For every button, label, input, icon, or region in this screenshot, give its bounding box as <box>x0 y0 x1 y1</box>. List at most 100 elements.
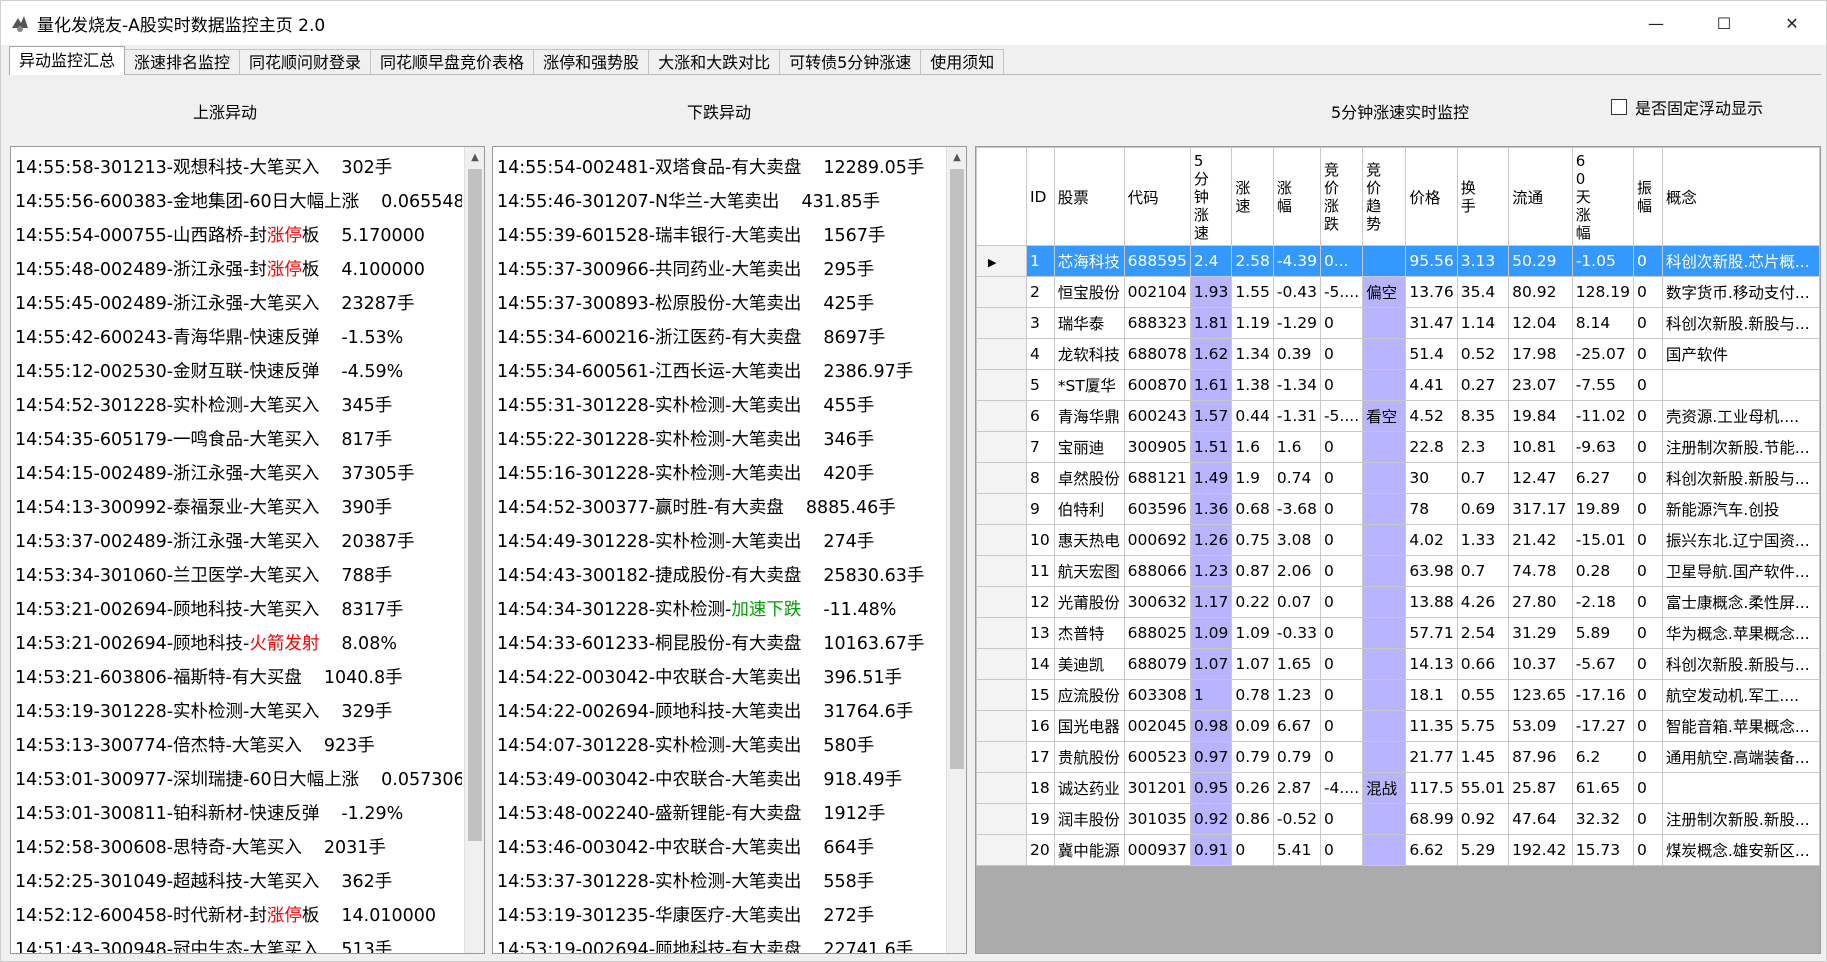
table-cell[interactable]: 混战 <box>1362 772 1407 804</box>
table-cell[interactable]: 1.19 <box>1231 307 1274 339</box>
table-cell[interactable]: 0 <box>1319 586 1364 618</box>
table-row[interactable]: 7 宝丽迪 300905 1.51 1.6 1.6 0 22.8 2.3 10.81 -9.63 0 注… <box>976 431 1820 463</box>
table-cell[interactable]: 0 <box>1319 679 1364 711</box>
list-item[interactable]: 14:53:01-300977-深圳瑞捷-60日大幅上涨 0.057306 <box>15 763 462 797</box>
table-cell[interactable]: 19.89 <box>1571 493 1634 525</box>
table-cell[interactable] <box>1362 524 1407 556</box>
table-cell[interactable]: 诚达药业 <box>1053 772 1125 804</box>
table-cell[interactable]: 1.07 <box>1231 648 1274 680</box>
table-cell[interactable]: 0.75 <box>1231 524 1274 556</box>
column-header[interactable]: 涨速 <box>1231 147 1274 246</box>
table-cell[interactable]: 1.93 <box>1189 276 1233 308</box>
table-cell[interactable]: 603308 <box>1123 679 1191 711</box>
table-cell[interactable]: 看空 <box>1362 400 1407 432</box>
table-cell[interactable]: 600870 <box>1123 369 1191 401</box>
scroll-thumb[interactable] <box>468 169 482 841</box>
table-cell[interactable]: 0 <box>1632 462 1663 494</box>
table-cell[interactable]: 1.45 <box>1456 741 1510 773</box>
list-item[interactable]: 14:53:21-603806-福斯特-有大买盘 1040.8手 <box>15 661 462 695</box>
table-cell[interactable]: 688323 <box>1123 307 1191 339</box>
table-cell[interactable]: 15.73 <box>1571 834 1634 866</box>
table-cell[interactable]: 0 <box>1319 462 1364 494</box>
list-item[interactable]: 14:53:21-002694-顾地科技-火箭发射 8.08% <box>15 627 462 661</box>
row-header[interactable] <box>976 307 1027 339</box>
row-header[interactable] <box>976 555 1027 587</box>
table-cell[interactable]: 0.22 <box>1231 586 1274 618</box>
table-row[interactable]: 19 润丰股份 301035 0.92 0.86 -0.52 0 68.99 0.92 47.64… <box>976 803 1820 835</box>
table-cell[interactable]: 0 <box>1632 803 1663 835</box>
table-row[interactable]: 8 卓然股份 688121 1.49 1.9 0.74 0 30 0.7 12.47 6.27 0 科创… <box>976 462 1820 494</box>
row-header[interactable] <box>976 710 1027 742</box>
table-cell[interactable]: 0 <box>1632 772 1663 804</box>
table-cell[interactable]: 1.14 <box>1456 307 1510 339</box>
table-cell[interactable]: 1 <box>1189 679 1233 711</box>
table-cell[interactable]: 13.88 <box>1405 586 1458 618</box>
table-cell[interactable]: 22.8 <box>1405 431 1458 463</box>
table-cell[interactable]: 47.64 <box>1508 803 1573 835</box>
scroll-up-icon[interactable]: ▲ <box>465 147 484 167</box>
table-cell[interactable]: 0.39 <box>1272 338 1321 370</box>
table-cell[interactable]: 数字货币.移动支付... <box>1661 276 1820 308</box>
table-cell[interactable]: 6.2 <box>1571 741 1634 773</box>
row-header[interactable] <box>976 741 1027 773</box>
row-header[interactable] <box>976 679 1027 711</box>
table-cell[interactable]: -7.55 <box>1571 369 1634 401</box>
table-row[interactable]: 13 杰普特 688025 1.09 1.09 -0.33 0 57.71 2.54 31.29 5… <box>976 617 1820 649</box>
table-cell[interactable]: -9.63 <box>1571 431 1634 463</box>
table-cell[interactable]: 0 <box>1632 307 1663 339</box>
table-cell[interactable]: 0.98 <box>1189 710 1233 742</box>
row-header[interactable] <box>976 493 1027 525</box>
table-cell[interactable]: 3.08 <box>1272 524 1321 556</box>
list-item[interactable]: 14:52:25-301049-超越科技-大笔买入 362手 <box>15 865 462 899</box>
list-item[interactable]: 14:54:22-003042-中农联合-大笔卖出 396.51手 <box>497 661 944 695</box>
table-cell[interactable]: 0.74 <box>1272 462 1321 494</box>
tab-convertible-bonds[interactable]: 可转债5分钟涨速 <box>779 49 922 75</box>
row-header[interactable] <box>976 586 1027 618</box>
table-cell[interactable]: 0.66 <box>1456 648 1510 680</box>
table-cell[interactable]: 11 <box>1025 555 1055 587</box>
tab-wencai-login[interactable]: 同花顺问财登录 <box>239 49 372 75</box>
table-cell[interactable]: 6.67 <box>1272 710 1321 742</box>
table-cell[interactable]: 0.78 <box>1231 679 1274 711</box>
table-cell[interactable]: 50.29 <box>1508 245 1573 277</box>
row-header[interactable] <box>976 834 1027 866</box>
table-cell[interactable]: 13.76 <box>1405 276 1458 308</box>
table-cell[interactable]: 0... <box>1319 245 1364 277</box>
table-row[interactable]: 20 冀中能源 000937 0.91 0 5.41 0 6.62 5.29 192.42 15.7… <box>976 834 1820 866</box>
tab-speed-ranking[interactable]: 涨速排名监控 <box>124 49 241 75</box>
table-cell[interactable]: 30 <box>1405 462 1458 494</box>
table-cell[interactable]: 美迪凯 <box>1053 648 1125 680</box>
table-cell[interactable]: 煤炭概念.雄安新区... <box>1661 834 1820 866</box>
list-item[interactable]: 14:55:37-300966-共同药业-大笔卖出 295手 <box>497 253 944 287</box>
table-cell[interactable]: 600523 <box>1123 741 1191 773</box>
table-cell[interactable] <box>1362 431 1407 463</box>
list-item[interactable]: 14:55:45-002489-浙江永强-大笔买入 23287手 <box>15 287 462 321</box>
table-cell[interactable]: 0 <box>1319 617 1364 649</box>
table-cell[interactable]: 伯特利 <box>1053 493 1125 525</box>
table-cell[interactable]: 9 <box>1025 493 1055 525</box>
table-cell[interactable]: 2 <box>1025 276 1055 308</box>
table-cell[interactable]: 6.27 <box>1571 462 1634 494</box>
fall-list-scrollbar[interactable]: ▲ <box>946 147 966 953</box>
table-cell[interactable]: 002104 <box>1123 276 1191 308</box>
table-cell[interactable]: 12.04 <box>1508 307 1573 339</box>
table-cell[interactable]: 冀中能源 <box>1053 834 1125 866</box>
table-cell[interactable]: 5.89 <box>1571 617 1634 649</box>
table-cell[interactable] <box>1661 772 1820 804</box>
table-cell[interactable]: 0 <box>1632 679 1663 711</box>
column-header[interactable]: 流通 <box>1508 147 1573 246</box>
table-cell[interactable]: 1.09 <box>1231 617 1274 649</box>
list-item[interactable]: 14:54:13-300992-泰福泵业-大笔买入 390手 <box>15 491 462 525</box>
list-item[interactable]: 14:55:31-301228-实朴检测-大笔卖出 455手 <box>497 389 944 423</box>
table-cell[interactable]: 000692 <box>1123 524 1191 556</box>
table-cell[interactable]: -1.31 <box>1272 400 1321 432</box>
table-row[interactable]: 9 伯特利 603596 1.36 0.68 -3.68 0 78 0.69 317.17 19.8… <box>976 493 1820 525</box>
table-cell[interactable]: -11.02 <box>1571 400 1634 432</box>
list-item[interactable]: 14:54:35-605179-一鸣食品-大笔买入 817手 <box>15 423 462 457</box>
table-cell[interactable] <box>1362 307 1407 339</box>
table-cell[interactable]: 航天宏图 <box>1053 555 1125 587</box>
table-cell[interactable]: -0.52 <box>1272 803 1321 835</box>
table-cell[interactable]: 0.55 <box>1456 679 1510 711</box>
table-cell[interactable]: 317.17 <box>1508 493 1573 525</box>
table-cell[interactable]: 应流股份 <box>1053 679 1125 711</box>
